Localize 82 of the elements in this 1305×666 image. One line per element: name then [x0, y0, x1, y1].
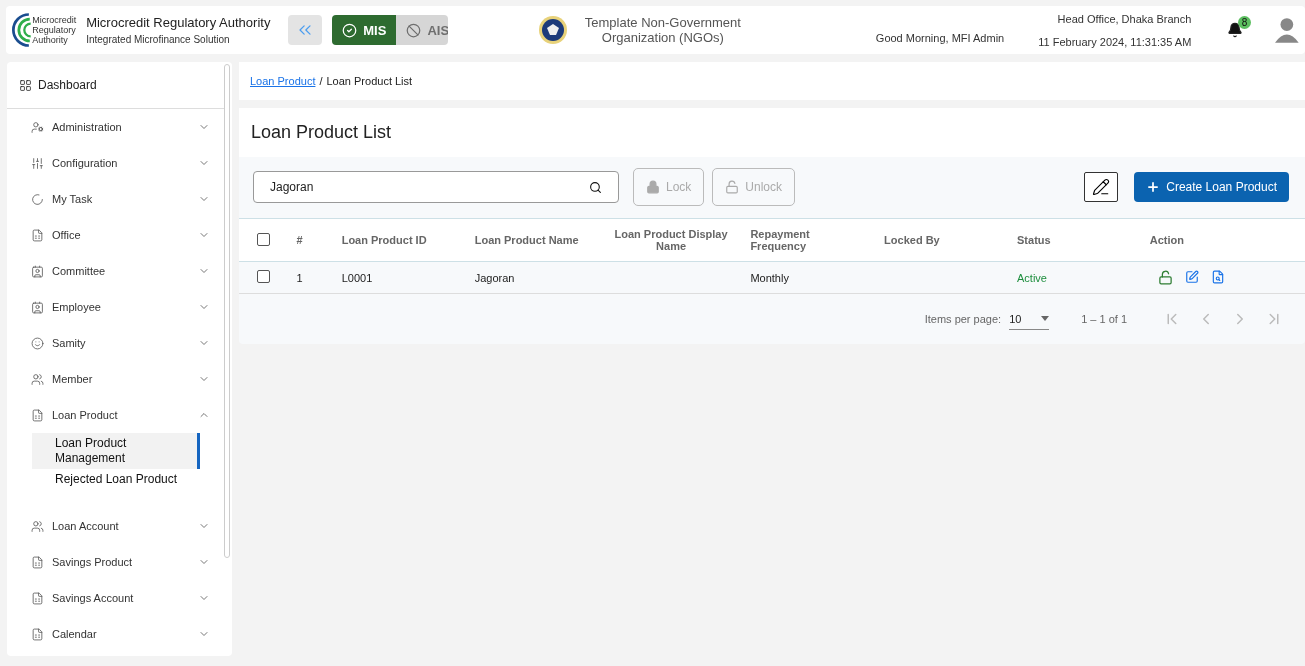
smiley-icon: [31, 336, 44, 350]
table-cell: L0001: [341, 271, 373, 284]
avatar-icon[interactable]: [1275, 16, 1299, 44]
contact-card-icon: [31, 264, 44, 278]
view-icon[interactable]: [1210, 270, 1225, 284]
sidebar-item[interactable]: Office: [7, 217, 232, 253]
sidebar-subitem[interactable]: Rejected Loan Product: [32, 469, 208, 490]
user-gear-icon: [31, 120, 44, 134]
logo-icon: [12, 12, 32, 48]
notification-icon[interactable]: [1227, 22, 1244, 38]
plus-icon: [1146, 180, 1161, 194]
breadcrumb-separator: /: [319, 75, 323, 87]
people-icon: [31, 372, 44, 386]
sidebar-item[interactable]: Configuration: [7, 145, 232, 181]
logo-text: Regulatory: [32, 25, 77, 35]
column-header: Loan Product Name: [466, 218, 600, 262]
document-icon: [31, 228, 44, 242]
sidebar-item[interactable]: My Task: [7, 181, 232, 217]
dropdown-arrow-icon: [1041, 316, 1050, 321]
contact-card-icon: [31, 300, 44, 314]
sliders-icon: [31, 156, 44, 170]
column-header: Loan Product ID: [333, 218, 467, 262]
column-header: Loan Product Display Name: [599, 218, 743, 262]
sidebar-item[interactable]: Member: [7, 361, 232, 397]
table-cell: 1: [296, 271, 303, 284]
sidebar-item[interactable]: Samity: [7, 325, 232, 361]
org-name: Microcredit Regulatory Authority: [86, 15, 271, 30]
unlock-icon[interactable]: [1157, 270, 1173, 285]
ngo-name: Template Non-Government Organization (NGOs): [583, 15, 742, 45]
column-header: Status: [1009, 218, 1142, 262]
lock-icon: [646, 180, 660, 194]
sidebar-item[interactable]: Savings Account: [7, 580, 232, 616]
logo-text: Microcredit: [32, 15, 77, 25]
select-all-checkbox[interactable]: [257, 232, 270, 246]
scrollbar[interactable]: [224, 64, 230, 558]
column-header: #: [288, 218, 334, 262]
sidebar-item[interactable]: Calendar: [7, 616, 232, 652]
row-checkbox[interactable]: [257, 270, 270, 283]
breadcrumb-current: Loan Product List: [326, 75, 413, 87]
column-settings-button[interactable]: [1084, 172, 1119, 202]
spinner-icon: [31, 192, 44, 206]
document-icon: [31, 555, 44, 569]
status-text: Active: [1017, 271, 1047, 284]
emblem-icon: [537, 15, 568, 45]
page-range: 1 – 1 of 1: [1081, 313, 1127, 325]
grid-icon: [19, 78, 32, 92]
table-cell: Jagoran: [474, 271, 515, 284]
ban-icon: [406, 22, 422, 38]
logo-text: Authority: [32, 35, 69, 45]
table-cell: Monthly: [750, 271, 789, 284]
column-header: Repayment Frequency: [742, 218, 877, 262]
check-circle-icon: [342, 22, 358, 38]
sidebar-item[interactable]: Savings Product: [7, 544, 232, 580]
page-title: Loan Product List: [239, 108, 1305, 157]
branch-name: Head Office, Dhaka Branch: [1056, 12, 1192, 25]
breadcrumb-link[interactable]: Loan Product: [250, 75, 316, 87]
module-tab[interactable]: MIS: [332, 15, 397, 45]
sidebar-item[interactable]: Administration: [7, 109, 232, 145]
document-icon: [31, 627, 44, 641]
sidebar-item[interactable]: Committee: [7, 253, 232, 289]
greeting: Good Morning, MFI Admin: [875, 32, 1005, 44]
search-icon[interactable]: [589, 180, 602, 194]
document-icon: [31, 591, 44, 605]
sidebar-item[interactable]: Loan Product: [7, 397, 232, 433]
unlock-icon: [725, 180, 740, 194]
edit-icon[interactable]: [1184, 270, 1199, 284]
people-icon: [31, 519, 44, 533]
dashboard-link[interactable]: Dashboard: [7, 62, 224, 109]
notification-count: 8: [1237, 16, 1252, 29]
items-per-page-label: Items per page:: [924, 313, 1002, 325]
create-button[interactable]: Create Loan Product: [1134, 172, 1289, 202]
column-header: Locked By: [876, 218, 1009, 262]
date-time: 11 February 2024, 11:31:35 AM: [1038, 35, 1192, 48]
page-size-select[interactable]: 10: [1009, 308, 1050, 330]
sidebar-item[interactable]: Loan Account: [7, 508, 232, 544]
document-icon: [31, 408, 44, 422]
org-subtitle: Integrated Microfinance Solution: [86, 34, 231, 45]
search-field[interactable]: Jagoran: [253, 171, 619, 203]
sidebar-item[interactable]: Employee: [7, 289, 232, 325]
sidebar-subitem[interactable]: Loan Product Management: [32, 433, 200, 469]
column-header: Action: [1141, 218, 1305, 262]
columns-edit-icon: [1092, 178, 1111, 196]
